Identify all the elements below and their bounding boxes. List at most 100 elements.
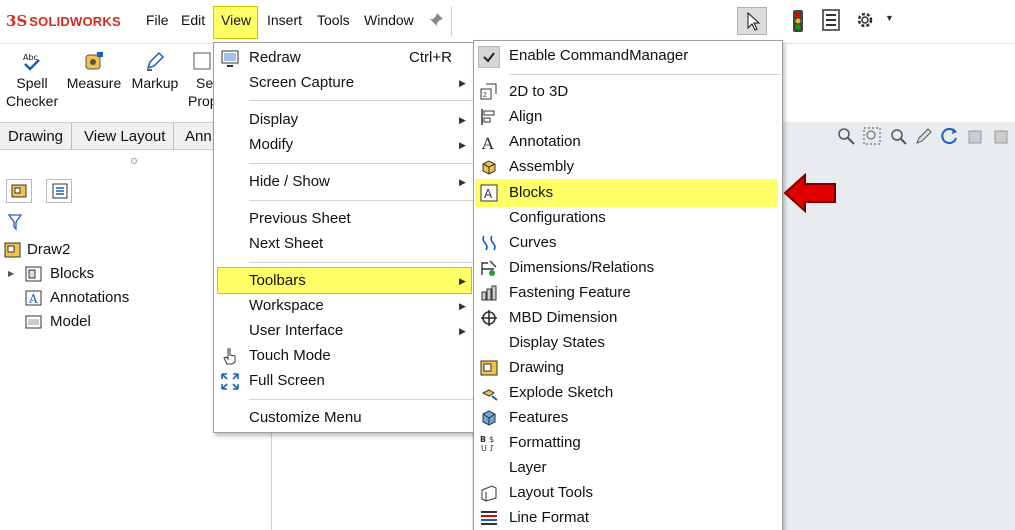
view-menu-item-modify[interactable]: Modify ▶ <box>214 133 474 157</box>
formatting-icon: B $U I <box>480 435 494 452</box>
view-menu-item-redraw[interactable]: Redraw Ctrl+R <box>214 46 474 70</box>
toolbar-item-blocks[interactable]: A Blocks <box>474 180 782 205</box>
curves-icon <box>482 235 496 251</box>
traffic-light-icon[interactable] <box>791 10 805 32</box>
toolbar-item-configurations[interactable]: Configurations <box>474 205 782 230</box>
feature-tree-tab[interactable] <box>6 179 32 203</box>
spell-checker-button[interactable]: Abc Spell Checker <box>6 50 58 110</box>
toolbar-item-assembly[interactable]: Assembly <box>474 154 782 179</box>
toolbar-item-curves[interactable]: Curves <box>474 230 782 255</box>
svg-text:$: $ <box>489 435 494 444</box>
view-menu-item-workspace[interactable]: Workspace ▶ <box>214 294 474 318</box>
menu-file[interactable]: File <box>146 12 169 28</box>
toolbar-item-fastening-feature[interactable]: Fastening Feature <box>474 280 782 305</box>
toolbar-item-formatting[interactable]: B $ U I Formatting <box>474 430 782 455</box>
property-manager-tab[interactable] <box>46 179 72 203</box>
features-icon <box>482 410 496 426</box>
previous-view-icon[interactable] <box>888 126 908 146</box>
submenu-arrow-icon: ▶ <box>459 326 466 336</box>
chevron-down-icon[interactable]: ▼ <box>885 13 894 23</box>
property-list-icon <box>52 183 68 199</box>
toolbar-item-annotation[interactable]: A Annotation <box>474 129 782 154</box>
model-view-icon <box>25 315 42 329</box>
view-menu-item-display[interactable]: Display ▶ <box>214 108 474 132</box>
submenu-arrow-icon: ▶ <box>459 140 466 150</box>
svg-text:Abc: Abc <box>23 53 38 62</box>
menu-insert[interactable]: Insert <box>267 12 302 28</box>
file-properties-icon[interactable] <box>821 9 841 31</box>
markup-pen-icon <box>146 51 165 71</box>
select-cursor-icon[interactable] <box>737 7 767 35</box>
full-screen-icon <box>221 373 239 390</box>
red-pointer-arrow-icon <box>783 172 836 214</box>
svg-text:I: I <box>489 444 494 452</box>
annotations-icon: A <box>25 290 42 306</box>
explode-sketch-icon <box>481 389 498 401</box>
toolbar-item-line-format[interactable]: Line Format <box>474 505 782 530</box>
view-settings-icon[interactable] <box>992 126 1012 146</box>
annotation-icon: A <box>481 134 494 151</box>
toolbar-item-dimensions-relations[interactable]: Dimensions/Relations <box>474 255 782 280</box>
drawing-icon <box>4 242 21 258</box>
toolbar-item-enable-commandmanager[interactable]: Enable CommandManager <box>474 43 782 68</box>
display-style-icon[interactable] <box>966 126 986 146</box>
svg-text:U: U <box>481 444 487 452</box>
view-menu-item-toolbars[interactable]: Toolbars ▶ <box>214 269 474 293</box>
assembly-icon <box>482 160 496 175</box>
tab-drawing[interactable]: Drawing <box>0 123 73 150</box>
menu-edit[interactable]: Edit <box>181 12 205 28</box>
submenu-arrow-icon: ▶ <box>459 301 466 311</box>
submenu-arrow-icon: ▶ <box>459 177 466 187</box>
svg-text:2: 2 <box>483 92 487 99</box>
tab-view-layout[interactable]: View Layout <box>76 123 175 150</box>
view-menu-item-previous-sheet[interactable]: Previous Sheet <box>214 207 474 231</box>
zoom-area-icon[interactable] <box>862 126 882 146</box>
pin-icon[interactable] <box>428 12 444 28</box>
toolbar-item-2d-to-3d[interactable]: 2 2D to 3D <box>474 79 782 104</box>
view-menu-item-screen-capture[interactable]: Screen Capture ▶ <box>214 71 474 95</box>
filter-icon[interactable] <box>8 213 22 231</box>
toolbars-submenu: Enable CommandManager 2 2D to 3D Align A… <box>473 40 783 530</box>
toolbar-item-align[interactable]: Align <box>474 104 782 129</box>
svg-text:A: A <box>28 292 38 306</box>
view-menu-item-touch-mode[interactable]: Touch Mode <box>214 344 474 368</box>
svg-text:A: A <box>481 134 494 151</box>
markup-button[interactable]: Markup <box>128 50 182 92</box>
sheet-properties-icon <box>193 52 211 70</box>
toolbar-item-display-states[interactable]: Display States <box>474 330 782 355</box>
menu-window[interactable]: Window <box>364 12 414 28</box>
zoom-to-fit-icon[interactable] <box>836 126 856 146</box>
measure-icon <box>85 52 103 70</box>
checkmark-icon <box>483 52 495 63</box>
toolbar-item-layout-tools[interactable]: Layout Tools <box>474 480 782 505</box>
svg-text:B: B <box>480 435 486 444</box>
rotate-view-icon[interactable] <box>940 126 960 146</box>
menu-tools[interactable]: Tools <box>317 12 350 28</box>
mbd-dimension-icon <box>481 310 497 326</box>
panel-grip[interactable] <box>131 158 137 164</box>
measure-button[interactable]: Measure <box>64 50 124 92</box>
toolbar-item-mbd-dimension[interactable]: MBD Dimension <box>474 305 782 330</box>
view-menu-item-next-sheet[interactable]: Next Sheet <box>214 232 474 256</box>
gear-icon[interactable] <box>855 10 875 30</box>
view-menu-item-user-interface[interactable]: User Interface ▶ <box>214 319 474 343</box>
view-menu-item-full-screen[interactable]: Full Screen <box>214 369 474 393</box>
redraw-icon <box>221 50 239 67</box>
drawing-tree-icon <box>11 184 27 198</box>
toolbar-item-drawing[interactable]: Drawing <box>474 355 782 380</box>
svg-text:A: A <box>484 187 493 201</box>
line-format-icon <box>481 511 497 525</box>
toolbar-item-features[interactable]: Features <box>474 405 782 430</box>
touch-hand-icon <box>223 348 236 365</box>
expand-arrow-icon[interactable]: ▶ <box>8 263 14 285</box>
view-menu-item-customize-menu[interactable]: Customize Menu <box>214 406 474 430</box>
toolbar-item-explode-sketch[interactable]: Explode Sketch <box>474 380 782 405</box>
sketch-pen-icon[interactable] <box>914 126 934 146</box>
blocks-icon <box>25 266 42 282</box>
checkbox-checked[interactable] <box>478 46 500 68</box>
toolbar-item-layer[interactable]: Layer <box>474 455 782 480</box>
view-menu-item-hide-show[interactable]: Hide / Show ▶ <box>214 170 474 194</box>
menu-view[interactable]: View <box>221 12 251 28</box>
dimensions-icon <box>481 260 497 276</box>
blocks-icon: A <box>480 184 498 202</box>
